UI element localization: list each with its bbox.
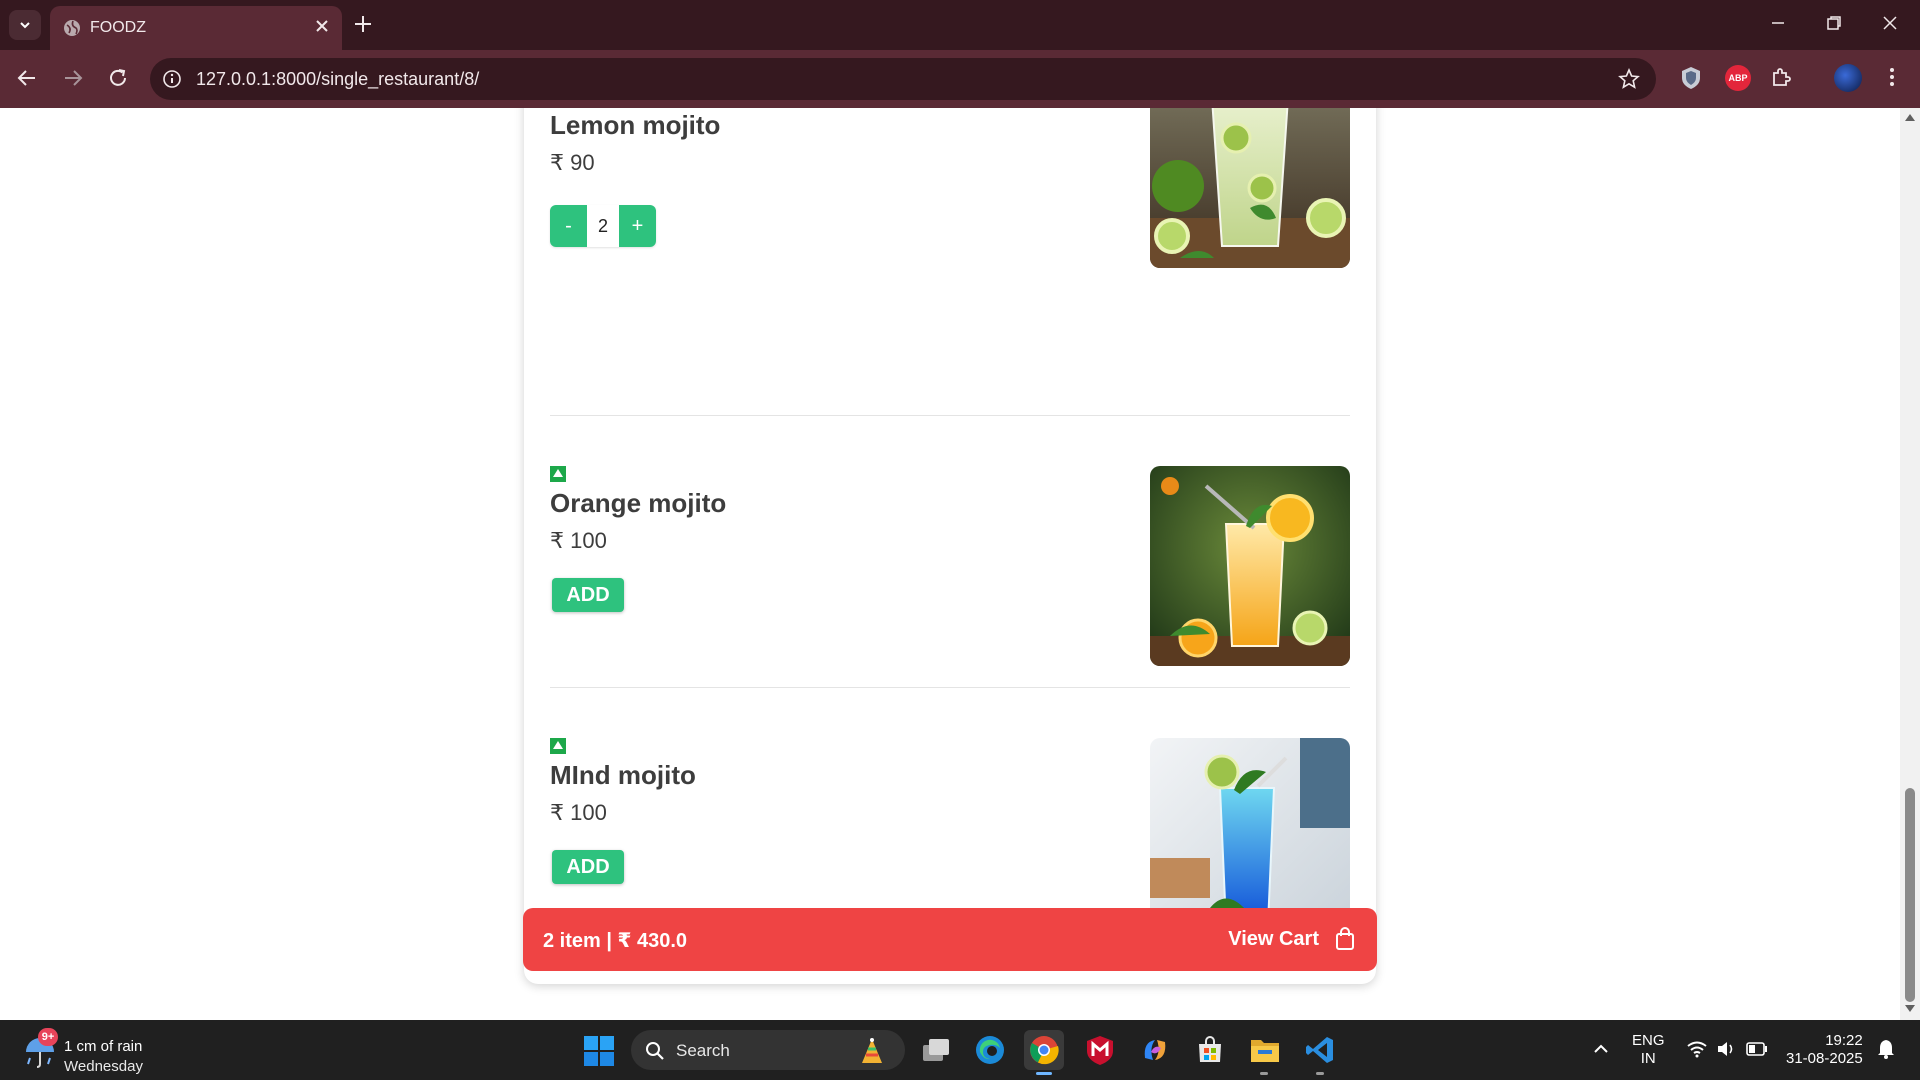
scroll-down-icon[interactable]	[1904, 1004, 1916, 1014]
cart-summary: 2 item | ₹ 430.0	[543, 930, 688, 952]
clock-date: 31-08-2025	[1786, 1050, 1863, 1067]
language-indicator[interactable]: ENG IN	[1632, 1032, 1665, 1068]
menu-card: Lemon mojito ₹ 90 - 2 + Orange mojito ₹ …	[524, 108, 1376, 984]
running-app-indicator	[1316, 1072, 1324, 1075]
system-clock[interactable]: 19:22 31-08-2025	[1786, 1032, 1863, 1068]
page-content: Lemon mojito ₹ 90 - 2 + Orange mojito ₹ …	[0, 108, 1900, 1020]
add-to-cart-button[interactable]: ADD	[552, 850, 624, 884]
url-text: 127.0.0.1:8000/single_restaurant/8/	[196, 69, 480, 89]
search-icon	[645, 1041, 665, 1061]
active-app-indicator	[1036, 1072, 1052, 1075]
browser-tab-bar: FOODZ	[0, 0, 1920, 50]
taskbar-search[interactable]: Search	[631, 1030, 905, 1070]
browser-tab[interactable]: FOODZ	[50, 6, 342, 50]
veg-indicator-icon	[550, 466, 566, 482]
extensions-puzzle-icon[interactable]	[1770, 65, 1794, 89]
notifications-icon[interactable]	[1876, 1038, 1896, 1060]
shield-extension-icon[interactable]	[1679, 65, 1703, 91]
close-window-icon[interactable]	[1880, 13, 1900, 33]
quantity-value: 2	[597, 216, 608, 236]
lemon-mojito-photo	[1150, 108, 1350, 268]
item-name: Orange mojito	[550, 488, 727, 518]
menu-item: Lemon mojito ₹ 90 - 2 +	[550, 108, 1350, 416]
microsoft-store-icon[interactable]	[1190, 1030, 1230, 1070]
decrease-quantity-button[interactable]: -	[550, 205, 587, 247]
item-price: ₹ 100	[550, 528, 607, 553]
volume-icon[interactable]	[1716, 1040, 1736, 1058]
wifi-icon[interactable]	[1686, 1040, 1708, 1058]
windows-taskbar: 9+ 1 cm of rain Wednesday Search ENG IN …	[0, 1020, 1920, 1080]
view-cart-bar[interactable]: 2 item | ₹ 430.0 View Cart	[523, 908, 1377, 971]
weather-badge: 9+	[38, 1028, 58, 1046]
clock-time: 19:22	[1825, 1032, 1863, 1049]
weather-condition: 1 cm of rain	[64, 1038, 143, 1055]
address-bar[interactable]: 127.0.0.1:8000/single_restaurant/8/	[150, 58, 1656, 100]
restore-icon[interactable]	[1824, 13, 1844, 33]
item-price: ₹ 100	[550, 800, 607, 825]
show-hidden-icons-chevron-icon[interactable]	[1592, 1042, 1610, 1056]
profile-avatar[interactable]	[1834, 64, 1862, 92]
tab-title: FOODZ	[90, 19, 146, 36]
forward-arrow-icon[interactable]	[61, 66, 85, 90]
increase-quantity-button[interactable]: +	[619, 205, 656, 247]
browser-toolbar: 127.0.0.1:8000/single_restaurant/8/	[0, 50, 1920, 108]
back-arrow-icon[interactable]	[15, 66, 39, 90]
file-explorer-icon[interactable]	[1245, 1030, 1285, 1070]
task-view-icon[interactable]	[916, 1030, 956, 1070]
weather-day: Wednesday	[64, 1058, 143, 1075]
page-scrollbar[interactable]	[1900, 108, 1920, 1020]
scrollbar-thumb[interactable]	[1905, 788, 1915, 1002]
region-code: IN	[1640, 1050, 1656, 1067]
battery-icon[interactable]	[1746, 1041, 1768, 1057]
menu-item: Orange mojito ₹ 100 ADD	[550, 416, 1350, 688]
tab-search-button[interactable]	[9, 10, 41, 40]
shopping-bag-icon	[1335, 927, 1355, 951]
item-name: MInd mojito	[550, 760, 696, 790]
language-code: ENG	[1632, 1032, 1665, 1049]
mcafee-icon[interactable]	[1080, 1030, 1120, 1070]
globe-icon	[63, 19, 81, 37]
adblock-extension-icon[interactable]: ABP	[1725, 65, 1751, 91]
windows-start-icon[interactable]	[584, 1036, 614, 1066]
running-app-indicator	[1260, 1072, 1268, 1075]
scroll-up-icon[interactable]	[1904, 112, 1916, 122]
vscode-icon[interactable]	[1300, 1030, 1340, 1070]
site-info-icon[interactable]	[162, 69, 182, 89]
item-name: Lemon mojito	[550, 110, 721, 140]
search-highlight-icon	[857, 1036, 887, 1066]
new-tab-icon[interactable]	[352, 13, 374, 35]
veg-indicator-icon	[550, 738, 566, 754]
item-price: ₹ 90	[550, 150, 595, 175]
add-to-cart-button[interactable]: ADD	[552, 578, 624, 612]
search-label: Search	[676, 1041, 730, 1060]
copilot-icon[interactable]	[1135, 1030, 1175, 1070]
view-cart-label: View Cart	[1228, 928, 1319, 950]
orange-mojito-photo	[1150, 466, 1350, 666]
bookmark-star-icon[interactable]	[1618, 68, 1640, 90]
edge-browser-icon[interactable]	[970, 1030, 1010, 1070]
close-tab-icon[interactable]	[314, 18, 330, 34]
reload-icon[interactable]	[106, 66, 130, 90]
chevron-down-icon	[20, 22, 30, 29]
more-options-icon[interactable]	[1882, 65, 1902, 89]
minimize-icon[interactable]	[1768, 13, 1788, 33]
chrome-browser-icon[interactable]	[1024, 1030, 1064, 1070]
quantity-stepper: - 2 +	[550, 205, 656, 247]
